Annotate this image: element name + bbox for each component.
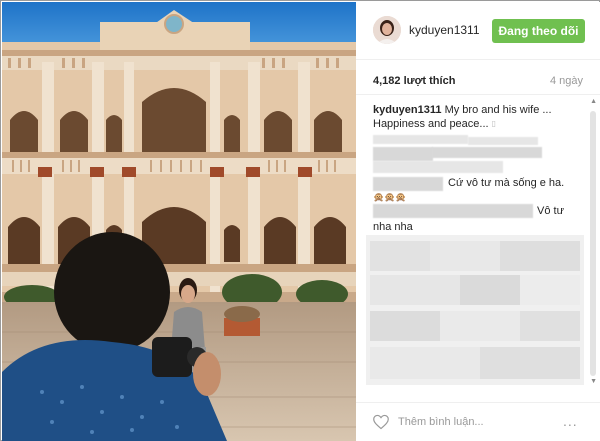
comment-text: nha nha bbox=[373, 221, 413, 233]
comment-text: Vô tư bbox=[537, 205, 564, 217]
instagram-post-window: kyduyen1311 Đang theo dõi 4,182 lượt thí… bbox=[0, 0, 600, 441]
like-count[interactable]: 4,182 lượt thích bbox=[373, 75, 455, 87]
comments-list: kyduyen1311 My bro and his wife ... Happ… bbox=[356, 94, 600, 399]
ellipsis-icon[interactable]: ... bbox=[563, 413, 578, 429]
caption: kyduyen1311 My bro and his wife ... Happ… bbox=[373, 103, 573, 131]
following-button[interactable]: Đang theo dõi bbox=[492, 19, 585, 43]
add-comment-input[interactable] bbox=[398, 412, 548, 432]
caption-text-line1: My bro and his wife ... bbox=[444, 104, 552, 116]
avatar-image bbox=[373, 16, 401, 44]
post-header: kyduyen1311 Đang theo dõi bbox=[356, 2, 600, 60]
post-photo[interactable] bbox=[2, 2, 356, 441]
post-details-panel: kyduyen1311 Đang theo dõi 4,182 lượt thí… bbox=[356, 2, 600, 441]
comment-text: Cứ vô tư mà sống e ha. bbox=[448, 177, 565, 189]
blurred-comments-mosaic bbox=[366, 235, 584, 385]
post-photo-illustration bbox=[2, 2, 356, 441]
avatar[interactable] bbox=[373, 16, 401, 44]
blurred-comment-username bbox=[373, 177, 443, 191]
caption-username[interactable]: kyduyen1311 bbox=[373, 104, 442, 116]
caption-text-line2: Happiness and peace... bbox=[373, 118, 489, 130]
comments-scrollbar[interactable] bbox=[590, 111, 596, 376]
blurred-comment-block bbox=[432, 147, 542, 158]
post-username[interactable]: kyduyen1311 bbox=[409, 23, 480, 37]
blurred-comment-block bbox=[373, 147, 433, 161]
post-timestamp[interactable]: 4 ngày bbox=[550, 75, 583, 87]
scroll-up-arrow-icon[interactable]: ▲ bbox=[590, 98, 597, 105]
post-stats: 4,182 lượt thích 4 ngày bbox=[373, 75, 583, 91]
heart-outline-icon[interactable] bbox=[372, 414, 390, 430]
blurred-comment-block bbox=[373, 161, 503, 173]
unknown-glyph-icon: ▯ bbox=[491, 119, 497, 129]
blurred-comment-text bbox=[468, 137, 538, 145]
scroll-down-arrow-icon[interactable]: ▼ bbox=[590, 378, 597, 385]
comment-bar: ... bbox=[356, 402, 600, 441]
blurred-comment-username bbox=[373, 135, 468, 144]
blurred-comment-username bbox=[373, 204, 533, 218]
comment-emoji: 🙊🙊🙊 bbox=[373, 192, 407, 202]
